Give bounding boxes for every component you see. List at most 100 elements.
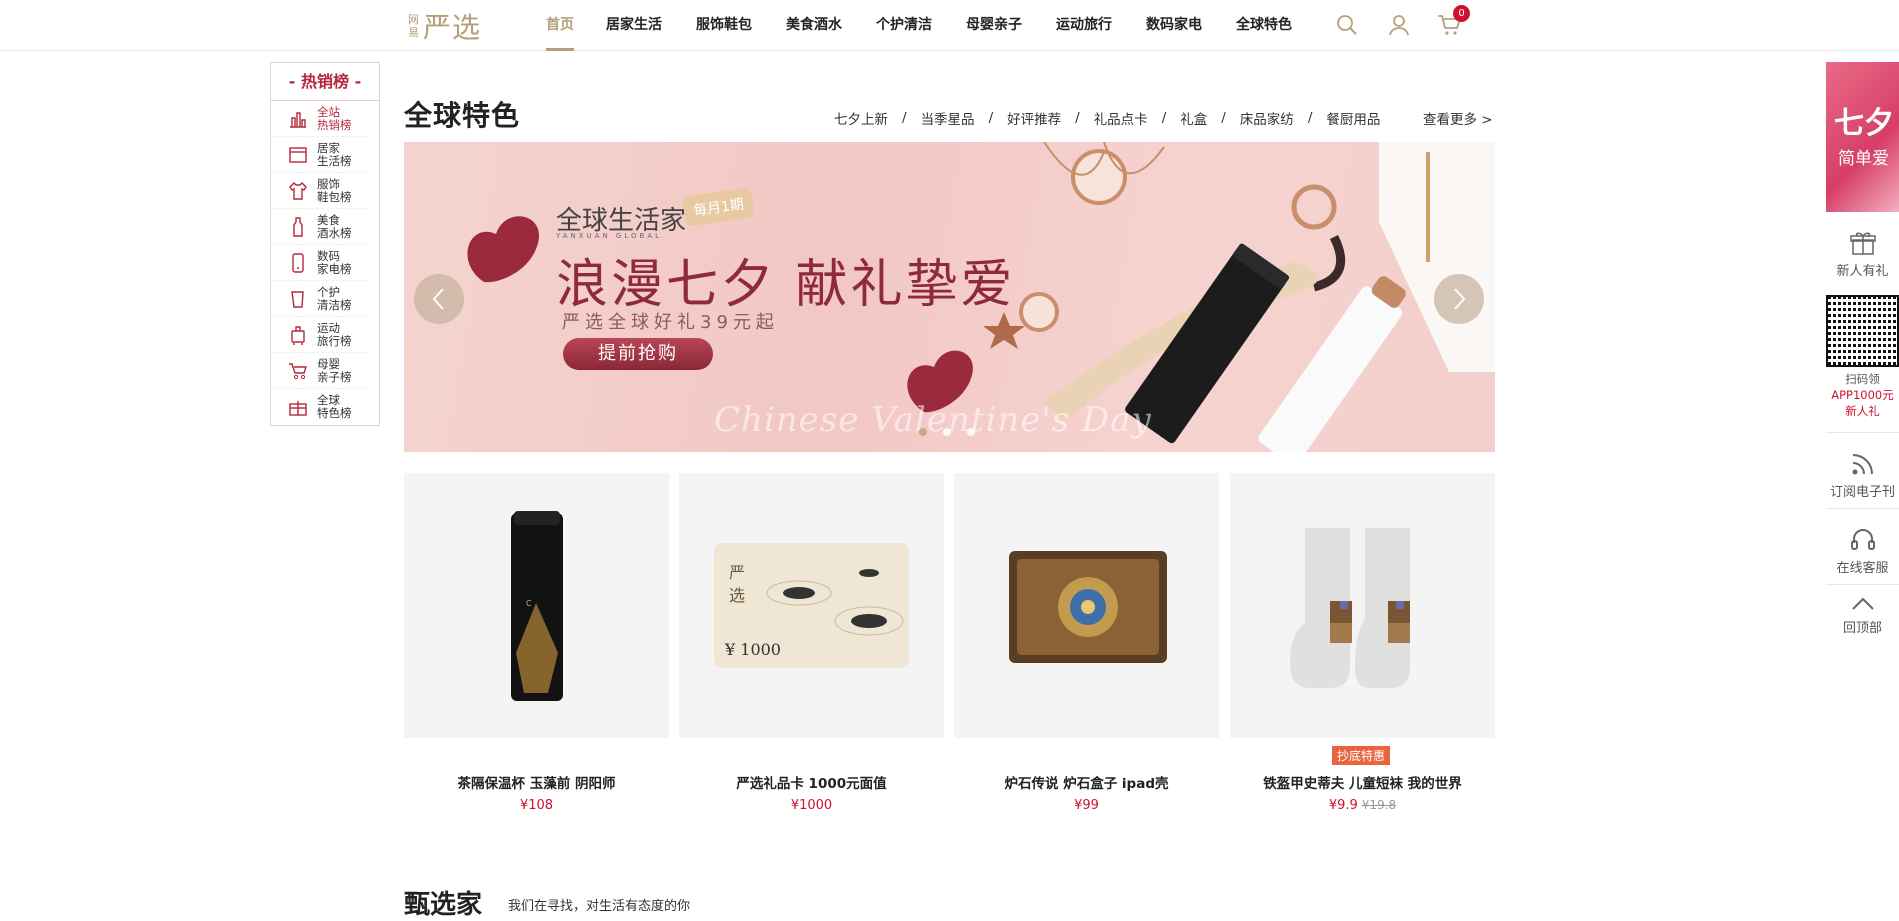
logo-small-1: 网	[408, 13, 419, 26]
nav-home-living[interactable]: 居家生活	[606, 0, 662, 51]
nav-personal-care[interactable]: 个护清洁	[876, 0, 932, 51]
cup-icon	[287, 288, 309, 310]
hot-item-global[interactable]: 全球 特色榜	[271, 389, 369, 425]
product-card[interactable]: 炉石传说 炉石盒子 ipad壳 ¥99	[954, 473, 1219, 813]
customer-service-button[interactable]: 在线客服	[1826, 509, 1899, 585]
hot-item-baby[interactable]: 母婴 亲子榜	[271, 353, 369, 389]
new-user-gift-button[interactable]: 新人有礼	[1826, 212, 1899, 287]
nav-food[interactable]: 美食酒水	[786, 0, 842, 51]
product-name[interactable]: 茶隔保温杯 玉藻前 阴阳师	[404, 772, 669, 792]
hot-item-digital[interactable]: 数码 家电榜	[271, 245, 369, 281]
section-link-qixi[interactable]: 七夕上新	[834, 108, 888, 128]
bar-chart-icon	[287, 108, 309, 130]
luggage-icon	[287, 324, 309, 346]
carousel-dot[interactable]	[967, 428, 975, 436]
hot-item-sports[interactable]: 运动 旅行榜	[271, 317, 369, 353]
nav-sports[interactable]: 运动旅行	[1056, 0, 1112, 51]
banner-cta-button[interactable]: 提前抢购	[563, 338, 713, 370]
back-to-top-button[interactable]: 回顶部	[1826, 585, 1899, 644]
hot-item-label: 个护 清洁榜	[317, 284, 352, 312]
service-label: 在线客服	[1836, 561, 1889, 576]
top-header: 网 易 严选 首页 居家生活 服饰鞋包 美食酒水 个护清洁 母婴亲子 运动旅行 …	[0, 0, 1899, 51]
section2-title: 甄选家	[404, 890, 483, 920]
hot-item-food[interactable]: 美食 酒水榜	[271, 209, 369, 245]
nav-home[interactable]: 首页	[546, 0, 574, 51]
svg-text:C: C	[526, 599, 532, 608]
gift-icon	[287, 396, 309, 418]
svg-text:选: 选	[729, 586, 745, 605]
logo[interactable]: 网 易 严选	[408, 8, 481, 44]
right-rail: 七夕 简单爱 新人有礼 扫码领 APP1000元 新人礼 订阅电子刊 在线客服 …	[1826, 62, 1899, 644]
search-icon[interactable]	[1334, 12, 1360, 38]
hot-item-all[interactable]: 全站 热销榜	[271, 101, 369, 137]
app-qr-code	[1826, 295, 1899, 367]
qixi-promo-banner[interactable]: 七夕 简单爱	[1826, 62, 1899, 212]
hearthstone-case-image	[1009, 551, 1167, 663]
qr-offer: APP1000元	[1831, 388, 1894, 402]
hot-item-care[interactable]: 个护 清洁榜	[271, 281, 369, 317]
section-link-kitchen[interactable]: 餐厨用品	[1326, 108, 1380, 128]
nav-digital[interactable]: 数码家电	[1146, 0, 1202, 51]
headset-icon	[1826, 523, 1899, 557]
logo-small-2: 易	[408, 26, 419, 39]
product-price: ¥108	[519, 798, 554, 813]
hot-item-home[interactable]: 居家 生活榜	[271, 137, 369, 173]
hot-item-label: 服饰 鞋包榜	[317, 176, 352, 204]
gift-icon	[1826, 226, 1899, 260]
view-more-link[interactable]: 查看更多 >	[1423, 108, 1493, 128]
banner-brand-sub: YANXUAN GLOBAL	[556, 232, 663, 240]
nav-baby[interactable]: 母婴亲子	[966, 0, 1022, 51]
main-nav: 首页 居家生活 服饰鞋包 美食酒水 个护清洁 母婴亲子 运动旅行 数码家电 全球…	[546, 0, 1292, 51]
promo-tag: 抄底特惠	[1332, 746, 1391, 765]
bottle-icon	[287, 216, 309, 238]
gift-label: 新人有礼	[1836, 264, 1889, 279]
section2-subtitle: 我们在寻找，对生活有态度的你	[508, 899, 691, 914]
logo-small: 网 易	[408, 13, 419, 39]
chevron-right-icon	[1454, 288, 1466, 310]
subscribe-button[interactable]: 订阅电子刊	[1826, 433, 1899, 509]
socks-image	[1290, 528, 1410, 688]
carousel-dot[interactable]	[919, 428, 927, 436]
subscribe-label: 订阅电子刊	[1829, 485, 1895, 500]
product-image[interactable]	[1230, 473, 1495, 738]
section-link-giftbox[interactable]: 礼盒	[1180, 108, 1207, 128]
product-name[interactable]: 严选礼品卡 1000元面值	[679, 772, 944, 792]
hot-sales-sidebar: - 热销榜 - 全站 热销榜 居家 生活榜 服饰 鞋包榜 美食 酒水榜 数码 家电榜 个护…	[270, 62, 380, 426]
section-link-giftcard[interactable]: 礼品点卡	[1094, 108, 1148, 128]
banner-carousel[interactable]: 全球生活家 每月1期 YANXUAN GLOBAL 浪漫七夕 献礼挚爱 严选全球…	[404, 142, 1495, 452]
hot-item-apparel[interactable]: 服饰 鞋包榜	[271, 173, 369, 209]
divider	[1826, 419, 1899, 433]
rss-icon	[1826, 447, 1899, 481]
cart-count-badge: 0	[1453, 5, 1470, 22]
section-links: 七夕上新 / 当季星品 / 好评推荐 / 礼品点卡 / 礼盒 / 床品家纺 / 餐厨用品	[834, 108, 1380, 128]
product-card[interactable]: C 茶隔保温杯 玉藻前 阴阳师 ¥108	[404, 473, 669, 813]
divider: /	[1161, 110, 1167, 126]
thermos-image: C	[511, 511, 563, 701]
product-name[interactable]: 炉石传说 炉石盒子 ipad壳	[954, 772, 1219, 792]
product-image[interactable]: 严 选 ¥ 1000	[679, 473, 944, 738]
carousel-dot[interactable]	[943, 428, 951, 436]
carousel-dots	[919, 428, 991, 436]
back-to-top-label: 回顶部	[1842, 621, 1882, 636]
banner-next-button[interactable]	[1434, 274, 1484, 324]
shirt-icon	[287, 180, 309, 202]
nav-global[interactable]: 全球特色	[1236, 0, 1292, 51]
divider: /	[1221, 110, 1226, 126]
banner-headline: 浪漫七夕 献礼挚爱	[556, 255, 1016, 315]
section-link-recommend[interactable]: 好评推荐	[1007, 108, 1061, 128]
user-icon[interactable]	[1386, 12, 1412, 38]
section-link-bedding[interactable]: 床品家纺	[1240, 108, 1294, 128]
product-image[interactable]: C	[404, 473, 669, 738]
phone-icon	[287, 252, 309, 274]
product-name[interactable]: 铁盔甲史蒂夫 儿童短袜 我的世界	[1230, 772, 1495, 792]
product-image[interactable]	[954, 473, 1219, 738]
section-link-season[interactable]: 当季星品	[921, 108, 975, 128]
banner-prev-button[interactable]	[414, 274, 464, 324]
chevron-left-icon	[432, 288, 444, 310]
product-card[interactable]: 严 选 ¥ 1000 严选礼品卡 1000元面值 ¥1000	[679, 473, 944, 813]
nav-apparel[interactable]: 服饰鞋包	[696, 0, 752, 51]
divider: /	[1307, 110, 1313, 126]
home-box-icon	[287, 144, 309, 166]
product-original-price: ¥19.8	[1361, 798, 1397, 812]
stroller-icon	[287, 360, 309, 382]
